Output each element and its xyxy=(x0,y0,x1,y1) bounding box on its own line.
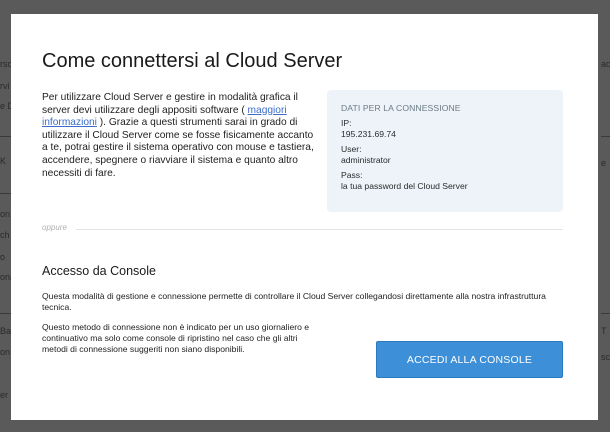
connection-info-box: DATI PER LA CONNESSIONE IP: 195.231.69.7… xyxy=(327,90,563,212)
ip-label: IP: xyxy=(341,118,352,128)
ip-value: 195.231.69.74 xyxy=(341,128,396,139)
bg-text-fragment: rvi xyxy=(0,81,10,91)
bg-text-fragment: o xyxy=(0,252,6,262)
bg-text-fragment: ona xyxy=(0,272,11,282)
divider-text: oppure xyxy=(42,223,73,232)
connection-modal: Come connettersi al Cloud Server Per uti… xyxy=(11,14,598,420)
modal-title: Come connettersi al Cloud Server xyxy=(42,50,343,72)
pass-value: la tua password del Cloud Server xyxy=(341,180,468,191)
bg-text-fragment: rso xyxy=(0,59,11,69)
console-section-title: Accesso da Console xyxy=(42,264,156,278)
divider-line xyxy=(76,229,563,230)
bg-text-fragment: on xyxy=(0,209,11,219)
bg-text-fragment: T xyxy=(601,326,607,336)
console-note: Questo metodo di connessione non è indic… xyxy=(42,322,310,354)
bg-text-fragment: Ba xyxy=(0,326,11,336)
access-console-button[interactable]: ACCEDI ALLA CONSOLE xyxy=(376,341,563,378)
bg-divider xyxy=(601,313,610,314)
bg-text-fragment: K xyxy=(0,156,7,166)
connection-info-heading: DATI PER LA CONNESSIONE xyxy=(341,103,461,113)
bg-text-fragment: sc xyxy=(601,352,610,362)
bg-divider xyxy=(601,136,610,137)
bg-text-fragment: er xyxy=(0,390,9,400)
bg-divider xyxy=(0,136,11,137)
user-label: User: xyxy=(341,144,362,154)
bg-text-fragment: ac xyxy=(601,59,610,69)
bg-divider xyxy=(0,193,11,194)
user-value: administrator xyxy=(341,154,391,165)
bg-text-fragment: e xyxy=(601,158,607,168)
console-description: Questa modalità di gestione e connession… xyxy=(42,291,546,312)
intro-paragraph: Per utilizzare Cloud Server e gestire in… xyxy=(42,92,314,180)
pass-label: Pass: xyxy=(341,170,363,180)
bg-text-fragment: e D xyxy=(0,101,11,111)
bg-text-fragment: ch xyxy=(0,230,10,240)
or-divider: oppure xyxy=(42,223,563,235)
bg-divider xyxy=(0,313,11,314)
bg-text-fragment: on xyxy=(0,347,11,357)
